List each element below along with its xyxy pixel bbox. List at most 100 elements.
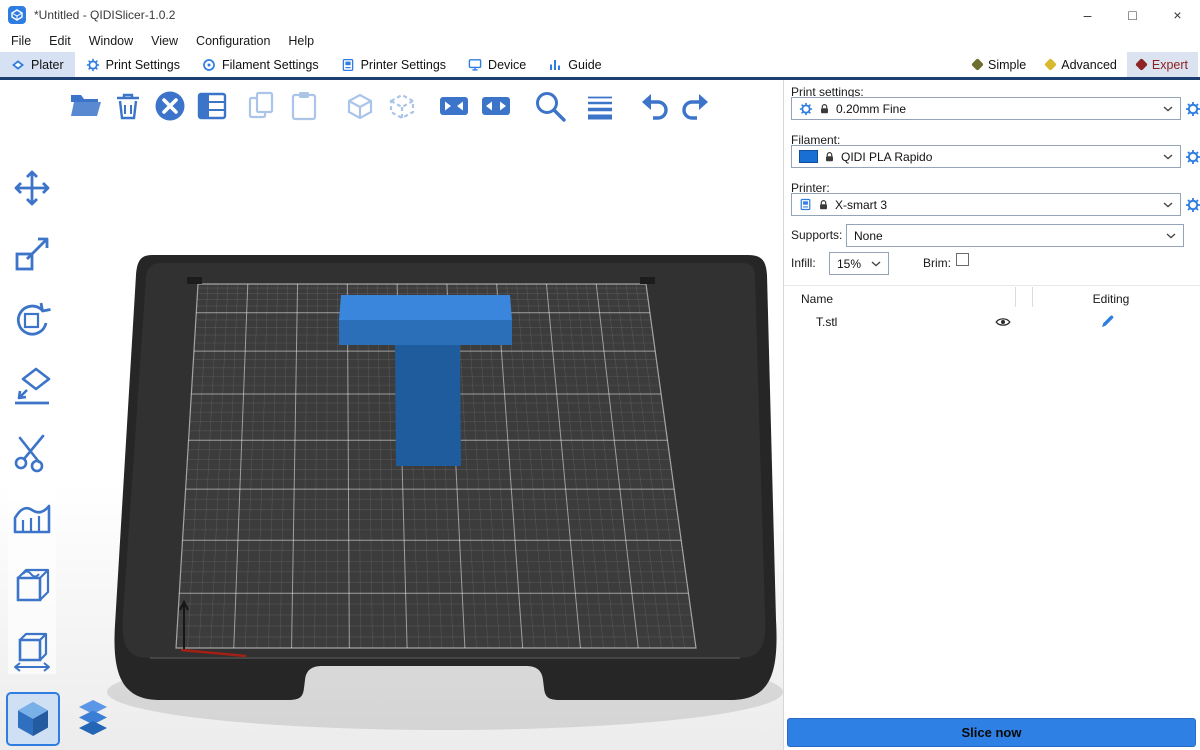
window-controls: – □ × [1065,0,1200,30]
add-instance-icon[interactable] [342,88,378,124]
copy-icon[interactable] [244,88,280,124]
seam-icon[interactable] [10,562,54,606]
minimize-button[interactable]: – [1065,0,1110,30]
close-button[interactable]: × [1155,0,1200,30]
chevron-down-icon [871,261,881,267]
lock-icon [824,151,835,163]
filament-spool-icon [202,58,216,72]
object-list-header: Name Editing [784,285,1200,309]
infill-combo[interactable]: 15% [829,252,889,275]
supports-combo[interactable]: None [846,224,1184,247]
advanced-mode-icon [1044,58,1057,71]
split-to-objects-icon[interactable] [436,88,472,124]
paste-icon[interactable] [286,88,322,124]
delete-icon[interactable] [110,88,146,124]
printer-gear-button[interactable] [1185,197,1200,213]
3d-cube-icon [11,697,55,741]
preview-view-button[interactable] [68,694,118,744]
chevron-down-icon [1163,202,1173,208]
eye-icon[interactable] [995,316,1011,328]
simple-mode-icon [971,58,984,71]
app-window: *Untitled - QIDISlicer-1.0.2 – □ × File … [0,0,1200,750]
edit-icon[interactable] [1100,314,1115,329]
arrange-icon[interactable] [194,88,230,124]
variable-layer-height-icon[interactable] [582,88,618,124]
mode-switcher: Simple Advanced Expert [963,52,1200,77]
plater-icon [11,58,25,72]
app-icon [8,6,26,24]
preview-layers-icon [71,697,115,741]
filament-combo[interactable]: QIDI PLA Rapido [791,145,1181,168]
search-icon[interactable] [532,88,568,124]
remove-instance-icon[interactable] [384,88,420,124]
guide-icon [548,58,562,72]
infill-label: Infill: [791,256,816,270]
tab-label: Device [488,58,526,72]
bed-clip-right [640,277,655,284]
paint-supports-icon[interactable] [10,496,54,540]
supports-value: None [854,229,883,243]
measure-icon[interactable] [10,628,54,672]
split-to-parts-icon[interactable] [478,88,514,124]
maximize-button[interactable]: □ [1110,0,1155,30]
tab-device[interactable]: Device [457,52,537,77]
mode-expert[interactable]: Expert [1127,52,1198,77]
tab-guide[interactable]: Guide [537,52,612,77]
menubar: File Edit Window View Configuration Help [0,30,1200,52]
viewport-3d[interactable] [0,80,783,750]
mode-simple[interactable]: Simple [963,52,1036,77]
menu-help[interactable]: Help [279,32,323,50]
model-stem-front-face[interactable] [395,345,461,466]
tab-label: Print Settings [106,58,180,72]
tab-plater[interactable]: Plater [0,52,75,77]
printer-small-icon [799,198,812,211]
tab-label: Plater [31,58,64,72]
menu-window[interactable]: Window [80,32,142,50]
menu-configuration[interactable]: Configuration [187,32,279,50]
delete-all-icon[interactable] [152,88,188,124]
cut-icon[interactable] [10,430,54,474]
undo-icon[interactable] [636,88,672,124]
menu-file[interactable]: File [2,32,40,50]
chevron-down-icon [1163,106,1173,112]
redo-icon[interactable] [678,88,714,124]
view-mode-switch [8,694,118,744]
tab-label: Printer Settings [361,58,446,72]
device-monitor-icon [468,58,482,72]
print-settings-gear-button[interactable] [1185,101,1200,117]
brim-checkbox[interactable] [956,253,969,266]
scale-icon[interactable] [10,232,54,276]
viewport-toolbar [66,86,722,126]
menu-view[interactable]: View [142,32,187,50]
column-separator [1032,287,1033,307]
window-title: *Untitled - QIDISlicer-1.0.2 [34,8,175,22]
print-settings-combo[interactable]: 0.20mm Fine [791,97,1181,120]
place-on-face-icon[interactable] [10,364,54,408]
main-area: Print settings: 0.20mm Fine Filament: QI… [0,80,1200,750]
mode-advanced[interactable]: Advanced [1036,52,1127,77]
column-name: Name [801,292,833,306]
expert-mode-icon [1135,58,1148,71]
printer-combo[interactable]: X-smart 3 [791,193,1181,216]
slice-now-button[interactable]: Slice now [787,718,1196,747]
filament-gear-button[interactable] [1185,149,1200,165]
printer-icon [341,58,355,72]
tabbar: Plater Print Settings Filament Settings … [0,52,1200,80]
menu-edit[interactable]: Edit [40,32,80,50]
object-list-row[interactable]: T.stl [784,309,1200,335]
rotate-icon[interactable] [10,298,54,342]
3d-scene[interactable] [0,80,783,750]
column-separator [1015,287,1016,307]
model-top-face[interactable] [339,295,512,320]
tab-filament-settings[interactable]: Filament Settings [191,52,330,77]
object-manipulation-toolbar [8,164,56,674]
tab-printer-settings[interactable]: Printer Settings [330,52,457,77]
tab-label: Filament Settings [222,58,319,72]
model-bar-front-face[interactable] [339,320,512,345]
chevron-down-icon [1163,154,1173,160]
3d-editor-view-button[interactable] [8,694,58,744]
bed-clip-left [187,277,202,284]
tab-print-settings[interactable]: Print Settings [75,52,191,77]
move-icon[interactable] [10,166,54,210]
open-icon[interactable] [68,88,104,124]
